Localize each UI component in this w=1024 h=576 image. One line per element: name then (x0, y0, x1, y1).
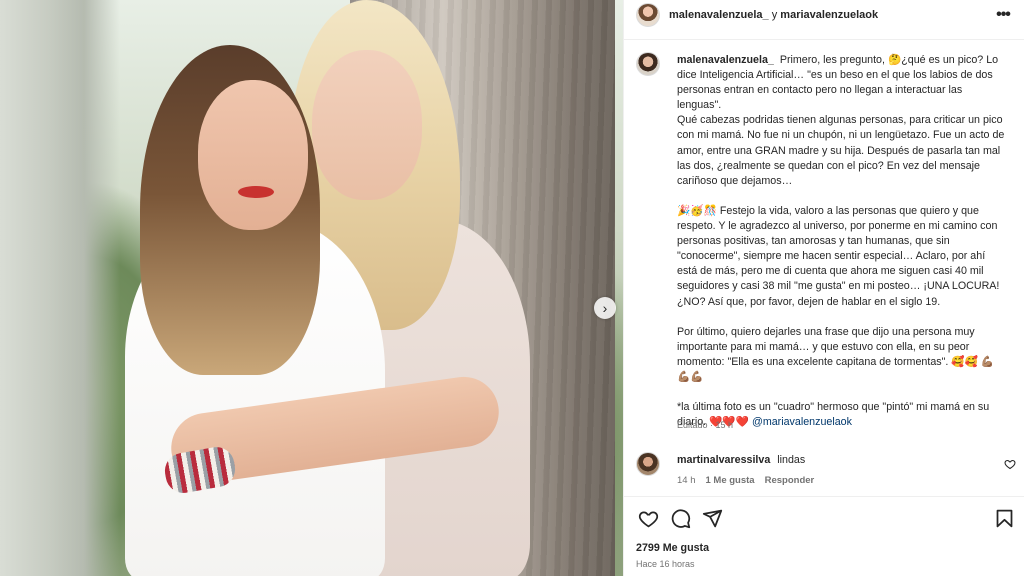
caption-paragraph-3: Por último, quiero dejarles una frase qu… (677, 325, 995, 383)
like-button[interactable] (636, 506, 660, 530)
actions-divider (624, 496, 1024, 497)
comment-icon (671, 508, 690, 528)
more-options-icon[interactable]: ••• (993, 5, 1013, 25)
caption-text: malenavalenzuela_ Primero, les pregunto,… (677, 53, 1007, 430)
commenter-username-link[interactable]: martinalvaressilva (677, 454, 770, 466)
reply-button[interactable]: Responder (765, 475, 815, 486)
post-header: malenavalenzuela_ y mariavalenzuelaok ••… (624, 0, 1024, 30)
save-button[interactable] (992, 506, 1016, 530)
coauthor-username-link[interactable]: mariavalenzuelaok (780, 9, 878, 21)
comment-body: lindas (777, 454, 806, 466)
bookmark-icon (996, 509, 1012, 527)
author-avatar[interactable] (636, 3, 660, 27)
post-timestamp: Hace 16 horas (636, 559, 695, 569)
tree-trunk-left (0, 0, 120, 576)
share-button[interactable] (700, 506, 724, 530)
commenter-avatar[interactable] (636, 452, 660, 476)
brunette-woman-face (198, 80, 308, 230)
blonde-woman-face (312, 50, 422, 200)
post-authors: malenavalenzuela_ y mariavalenzuelaok (669, 9, 878, 21)
author-username-link[interactable]: malenavalenzuela_ (669, 9, 769, 21)
comment-likes-link[interactable]: 1 Me gusta (706, 475, 755, 486)
caption-paragraph-2: 🎉🥳🎊 Festejo la vida, valoro a las person… (677, 204, 1000, 308)
caption-username-link[interactable]: malenavalenzuela_ (677, 54, 774, 66)
header-divider (624, 39, 1024, 40)
post-photo[interactable]: › (0, 0, 623, 576)
comment-button[interactable] (668, 506, 692, 530)
likes-count[interactable]: 2799 Me gusta (636, 542, 709, 554)
carousel-next-button[interactable]: › (594, 297, 616, 319)
comment-meta: 14 h 1 Me gusta Responder (677, 475, 814, 486)
paper-plane-icon (702, 509, 722, 527)
comment-row: martinalvaressilva lindas 14 h 1 Me gust… (636, 452, 1016, 492)
edited-timestamp: Editado · 15 h (677, 420, 734, 430)
comment-heart-icon[interactable] (1004, 458, 1016, 470)
chevron-right-icon: › (602, 300, 608, 316)
heart-icon (638, 510, 658, 527)
caption-author-avatar[interactable] (636, 52, 660, 76)
post-sidebar: malenavalenzuela_ y mariavalenzuelaok ••… (623, 0, 1024, 576)
comment-text: martinalvaressilva lindas (677, 454, 805, 466)
mention-link[interactable]: @mariavalenzuelaok (752, 416, 852, 428)
authors-connector: y (771, 9, 778, 21)
red-lips (238, 186, 274, 198)
caption-paragraph-1b: Qué cabezas podridas tienen algunas pers… (677, 114, 1005, 187)
action-bar (636, 506, 1016, 532)
comment-time: 14 h (677, 475, 696, 486)
